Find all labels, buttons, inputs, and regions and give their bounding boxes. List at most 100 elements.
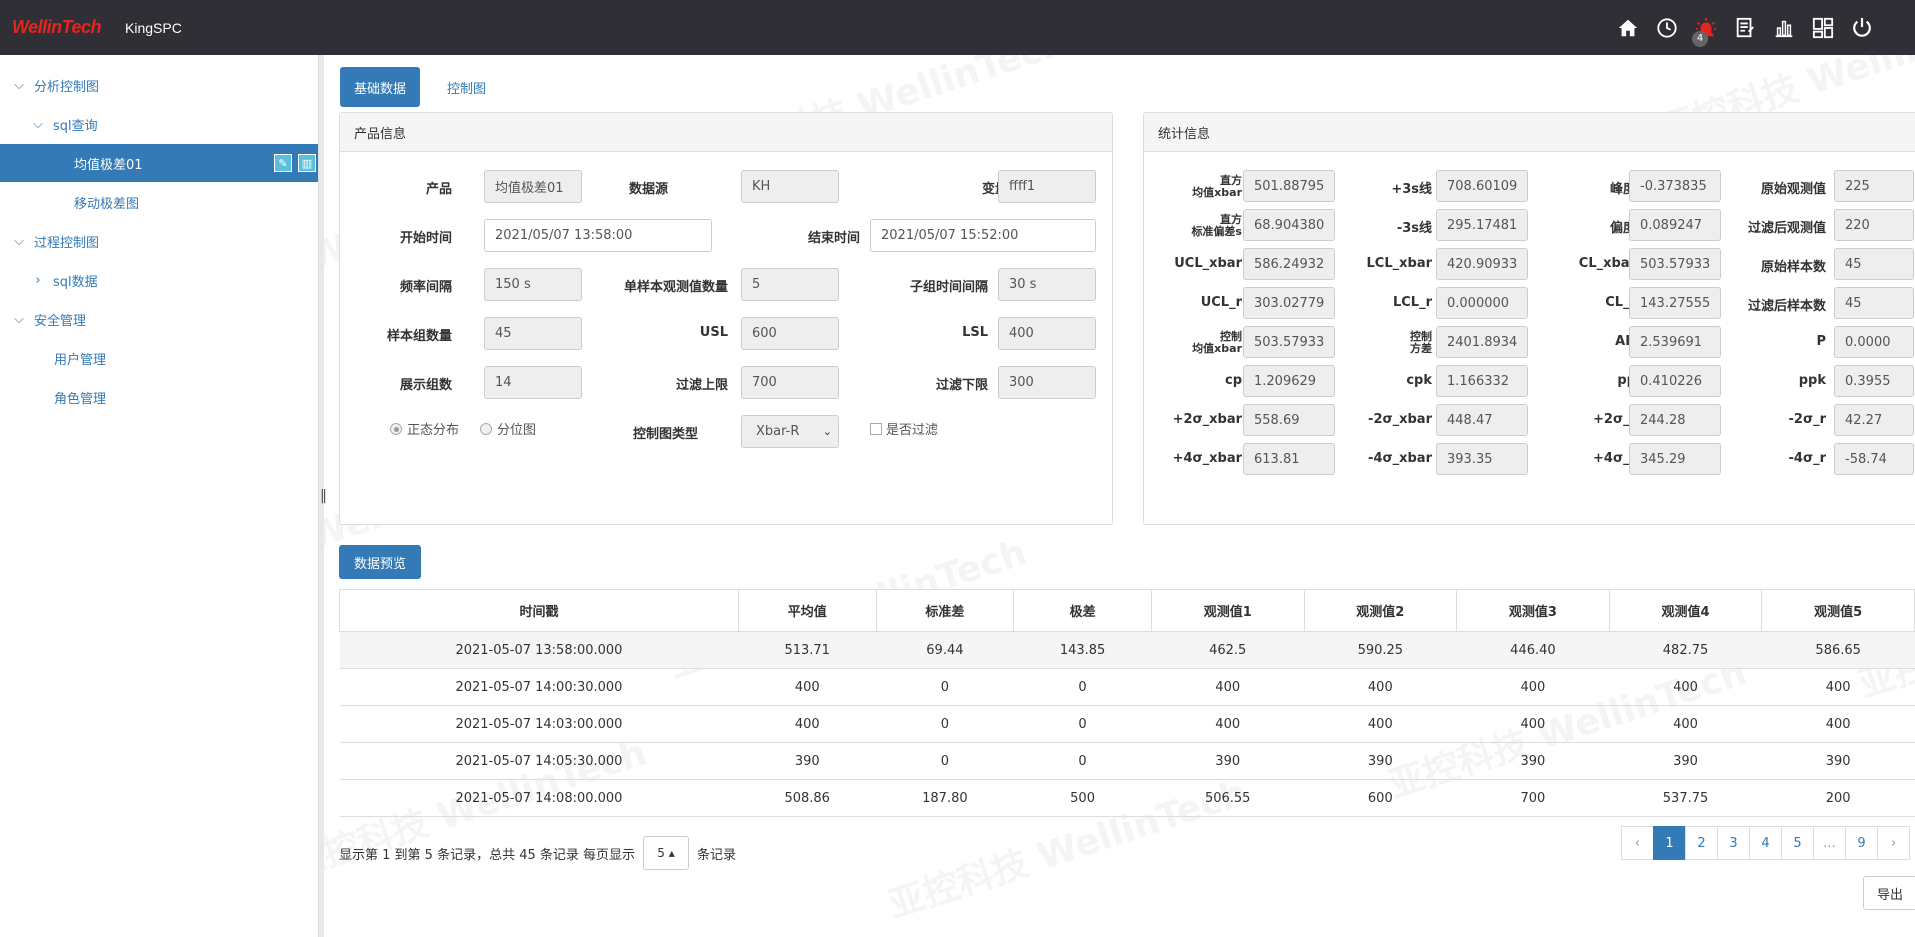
filter-lower-field[interactable]: 300 — [998, 366, 1096, 399]
page-button[interactable]: 2 — [1685, 826, 1718, 860]
page-button[interactable]: 3 — [1717, 826, 1750, 860]
stat-value-field[interactable]: 42.27 — [1834, 404, 1914, 436]
stat-value-field[interactable]: 45 — [1834, 287, 1914, 319]
tree-item-security[interactable]: ⌵ 安全管理 — [0, 300, 318, 338]
home-icon[interactable] — [1617, 17, 1639, 39]
report-icon[interactable] — [1734, 17, 1756, 39]
chart-icon[interactable] — [1773, 17, 1795, 39]
stat-value-field[interactable]: 225 — [1834, 170, 1914, 202]
stat-value-field[interactable]: -58.74 — [1834, 443, 1914, 475]
page-button[interactable]: 9 — [1845, 826, 1878, 860]
sample-count-label: 样本组数量 — [386, 329, 452, 344]
column-header[interactable]: 观测值2 — [1303, 589, 1458, 632]
table-cell: 0 — [876, 705, 1014, 743]
stat-value-field[interactable]: 420.90933 — [1436, 248, 1528, 280]
column-header[interactable]: 平均值 — [737, 589, 877, 632]
stat-value-field[interactable]: 393.35 — [1436, 443, 1528, 475]
next-page-button[interactable]: › — [1877, 826, 1910, 860]
filter-checkbox[interactable]: 是否过滤 — [870, 419, 938, 438]
column-header[interactable]: 标准差 — [875, 589, 1015, 632]
chevron-right-icon: › — [35, 272, 41, 288]
tab-basic-data[interactable]: 基础数据 — [340, 67, 421, 107]
table-row[interactable]: 2021-05-07 14:05:30.000 390 0 0 390 390 390 390… — [339, 742, 1915, 780]
stat-value-field[interactable]: 708.60109 — [1436, 170, 1528, 202]
datasource-field[interactable]: KH — [741, 170, 839, 203]
tree-item-analysis-chart[interactable]: ⌵ 分析控制图 — [0, 66, 318, 104]
subgroup-interval-field[interactable]: 30 s — [998, 268, 1096, 301]
stat-value-field[interactable]: 501.88795 — [1243, 170, 1335, 202]
table-row[interactable]: 2021-05-07 14:00:30.000 400 0 0 400 400 400 400… — [339, 668, 1915, 706]
tree-item-sql-data[interactable]: › sql数据 — [0, 261, 318, 299]
stat-value-field[interactable]: 448.47 — [1436, 404, 1528, 436]
table-row[interactable]: 2021-05-07 14:08:00.000 508.86 187.80 500 50… — [339, 779, 1915, 817]
column-header[interactable]: 观测值1 — [1150, 589, 1305, 632]
start-time-input[interactable]: 2021/05/07 13:58:00 — [484, 219, 712, 252]
tree-item-moving-range[interactable]: 移动极差图 — [0, 183, 318, 221]
table-cell: 2021-05-07 14:08:00.000 — [339, 779, 739, 817]
column-header[interactable]: 观测值5 — [1761, 589, 1915, 632]
variable-field[interactable]: ffff1 — [998, 170, 1096, 203]
display-groups-field[interactable]: 14 — [484, 366, 582, 399]
stat-value-field[interactable]: 0.3955 — [1834, 365, 1914, 397]
normal-distribution-radio[interactable]: 正态分布 — [390, 419, 459, 438]
stat-value-field[interactable]: 1.209629 — [1243, 365, 1335, 397]
stat-value-field[interactable]: 220 — [1834, 209, 1914, 241]
tree-item-user-management[interactable]: 用户管理 — [0, 339, 318, 377]
page-button[interactable]: ... — [1813, 826, 1846, 860]
table-row[interactable]: 2021-05-07 14:03:00.000 400 0 0 400 400 400 400… — [339, 705, 1915, 743]
product-info-panel: 产品信息 产品 均值极差01 数据源 KH 变量 ffff1 开始时间 2021… — [339, 112, 1113, 525]
dashboard-icon[interactable] — [1812, 17, 1834, 39]
stat-label: AD — [1615, 334, 1636, 349]
stat-label: 峰度 — [1609, 182, 1636, 197]
quantile-plot-radio[interactable]: 分位图 — [480, 419, 536, 438]
column-header[interactable]: 观测值3 — [1456, 589, 1610, 632]
stat-value-field[interactable]: 2401.8934 — [1436, 326, 1528, 358]
page-button[interactable]: 4 — [1749, 826, 1782, 860]
prev-page-button[interactable]: ‹ — [1621, 826, 1654, 860]
alarm-icon[interactable]: 4 — [1692, 17, 1717, 47]
lsl-field[interactable]: 400 — [998, 317, 1096, 350]
tree-item-xbar-r-01[interactable]: 均值极差01 ✎ ▥ — [0, 144, 318, 182]
table-row[interactable]: 2021-05-07 13:58:00.000 513.71 69.44 143.85… — [339, 631, 1915, 669]
export-button[interactable]: 导出 — [1863, 876, 1915, 910]
obs-count-field[interactable]: 5 — [741, 268, 839, 301]
chart-type-select[interactable]: Xbar-R ⌄ — [741, 415, 839, 448]
edit-icon[interactable]: ✎ — [274, 154, 292, 172]
page-button[interactable]: 1 — [1653, 826, 1686, 860]
tab-control-chart[interactable]: 控制图 — [433, 67, 500, 107]
freq-interval-label: 频率间隔 — [399, 280, 452, 295]
stat-value-field[interactable]: 68.904380 — [1243, 209, 1335, 241]
filter-upper-field[interactable]: 700 — [741, 366, 839, 399]
table-cell: 390 — [1761, 742, 1915, 780]
data-preview-button[interactable]: 数据预览 — [339, 545, 421, 579]
grip-icon[interactable]: ‖ — [320, 488, 327, 504]
stat-value-field[interactable]: 1.166332 — [1436, 365, 1528, 397]
column-header[interactable]: 观测值4 — [1608, 589, 1763, 632]
stat-value-field[interactable]: 0.000000 — [1436, 287, 1528, 319]
stat-value-field[interactable]: 295.17481 — [1436, 209, 1528, 241]
delete-icon[interactable]: ▥ — [298, 154, 316, 172]
column-header[interactable]: 时间戳 — [339, 589, 739, 632]
stat-value-field[interactable]: 0.0000 — [1834, 326, 1914, 358]
stat-value-field[interactable]: 586.24932 — [1243, 248, 1335, 280]
page-button[interactable]: 5 — [1781, 826, 1814, 860]
page-size-dropdown[interactable]: 5 ▴ — [643, 836, 690, 870]
history-clock-icon[interactable] — [1656, 17, 1678, 39]
stat-value-field[interactable]: 45 — [1834, 248, 1914, 280]
power-icon[interactable] — [1851, 17, 1873, 39]
stat-value-field[interactable]: 613.81 — [1243, 443, 1335, 475]
tree-item-process-control[interactable]: ⌵ 过程控制图 — [0, 222, 318, 260]
column-header[interactable]: 极差 — [1013, 589, 1152, 632]
stat-value-field[interactable]: 303.02779 — [1243, 287, 1335, 319]
stat-value-field[interactable]: 503.57933 — [1243, 326, 1335, 358]
end-time-input[interactable]: 2021/05/07 15:52:00 — [870, 219, 1096, 252]
table-cell: 390 — [1304, 742, 1457, 780]
tree-item-sql-query[interactable]: ⌵ sql查询 — [0, 105, 318, 143]
pagination-suffix: 条记录 — [697, 847, 737, 863]
sample-count-field[interactable]: 45 — [484, 317, 582, 350]
usl-field[interactable]: 600 — [741, 317, 839, 350]
stat-label: -4σ_xbar — [1368, 451, 1432, 466]
table-cell: 400 — [1761, 668, 1915, 706]
tree-item-role-management[interactable]: 角色管理 — [0, 378, 318, 416]
stat-value-field[interactable]: 558.69 — [1243, 404, 1335, 436]
